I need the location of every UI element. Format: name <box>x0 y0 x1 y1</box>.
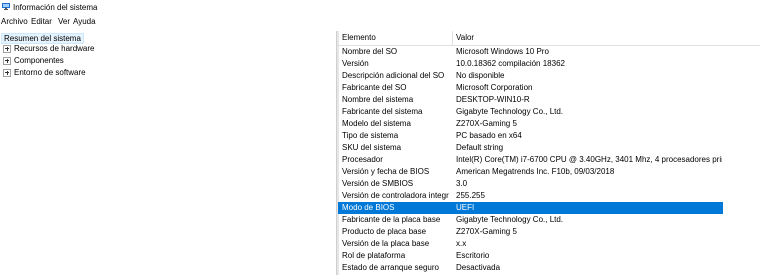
table-row[interactable]: Estado de arranque seguro Desactivada <box>338 262 760 274</box>
cell-valor: Z270X-Gaming 5 <box>456 119 517 128</box>
menu-archivo[interactable]: Archivo <box>1 17 28 26</box>
table-row[interactable]: SKU del sistema Default string <box>338 142 760 154</box>
expand-icon[interactable] <box>3 56 11 65</box>
cell-elemento: Fabricante del SO <box>342 83 407 92</box>
tree-item-label: Recursos de hardware <box>14 44 95 53</box>
table-row[interactable]: Descripción adicional del SO No disponibl… <box>338 70 760 82</box>
cell-elemento: SKU del sistema <box>342 143 402 152</box>
cell-elemento: Estado de arranque seguro <box>342 263 439 272</box>
cell-elemento: Versión <box>342 59 369 68</box>
table-row[interactable]: Procesador Intel(R) Core(TM) i7-6700 CPU … <box>338 154 760 166</box>
cell-valor: Escritorio <box>456 251 490 260</box>
table-row[interactable]: Fabricante del SO Microsoft Corporation <box>338 82 760 94</box>
cell-valor: 3.0 <box>456 179 468 188</box>
cell-valor: Intel(R) Core(TM) i7-6700 CPU @ 3.40GHz,… <box>456 155 722 164</box>
cell-elemento: Tipo de sistema <box>342 131 399 140</box>
cell-elemento: Rol de plataforma <box>342 251 406 260</box>
title-bar: Información del sistema <box>0 0 760 14</box>
cell-elemento: Versión de controladora integr... <box>342 191 449 200</box>
cell-valor: No disponible <box>456 71 505 80</box>
column-header-valor[interactable]: Valor <box>456 33 474 42</box>
table-row[interactable]: Versión de SMBIOS 3.0 <box>338 178 760 190</box>
tree-item-label: Componentes <box>14 56 64 65</box>
cell-valor: Default string <box>456 143 504 152</box>
table-row[interactable]: Rol de plataforma Escritorio <box>338 250 760 262</box>
cell-valor: Gigabyte Technology Co., Ltd. <box>456 215 564 224</box>
cell-valor: DESKTOP-WIN10-R <box>456 95 530 104</box>
menu-editar[interactable]: Editar <box>31 17 52 26</box>
table-row[interactable]: Modelo del sistema Z270X-Gaming 5 <box>338 118 760 130</box>
expand-icon[interactable] <box>3 44 11 53</box>
cell-elemento: Modelo del sistema <box>342 119 411 128</box>
table-row[interactable]: Versión de controladora integr... 255.255 <box>338 190 760 202</box>
cell-valor: 255.255 <box>456 191 485 200</box>
table-header: Elemento Valor <box>338 31 760 46</box>
window-title: Información del sistema <box>13 3 98 12</box>
cell-elemento: Nombre del SO <box>342 47 398 56</box>
cell-elemento: Versión de la placa base <box>342 239 430 248</box>
table-row[interactable]: Fabricante de la placa base Gigabyte Tech… <box>338 214 760 226</box>
cell-elemento: Modo de BIOS <box>342 203 395 212</box>
cell-valor: Z270X-Gaming 5 <box>456 227 517 236</box>
table-row[interactable]: Nombre del SO Microsoft Windows 10 Pro <box>338 46 760 58</box>
system-info-icon <box>2 3 10 10</box>
details-table: Elemento Valor Nombre del SO Microsoft Wi… <box>338 31 760 275</box>
cell-valor: Microsoft Windows 10 Pro <box>456 47 549 56</box>
cell-elemento: Nombre del sistema <box>342 95 414 104</box>
menu-bar: Archivo Editar Ver Ayuda <box>0 15 760 27</box>
cell-elemento: Procesador <box>342 155 383 164</box>
tree-item-resumen-del-sistema[interactable]: Resumen del sistema <box>1 33 84 44</box>
cell-elemento: Descripción adicional del SO <box>342 71 445 80</box>
expand-icon[interactable] <box>3 68 11 77</box>
cell-elemento: Fabricante de la placa base <box>342 215 441 224</box>
cell-valor: Gigabyte Technology Co., Ltd. <box>456 107 564 116</box>
table-row[interactable]: Fabricante del sistema Gigabyte Technolog… <box>338 106 760 118</box>
menu-ver[interactable]: Ver <box>58 17 70 26</box>
category-tree: Resumen del sistema Recursos de hardware… <box>0 31 336 275</box>
cell-valor: Desactivada <box>456 263 501 272</box>
tree-item-entorno-de-software[interactable]: Entorno de software <box>3 68 86 77</box>
cell-valor: American Megatrends Inc. F10b, 09/03/201… <box>456 167 615 176</box>
tree-item-componentes[interactable]: Componentes <box>3 56 64 65</box>
cell-valor: PC basado en x64 <box>456 131 522 140</box>
tree-item-label: Entorno de software <box>14 68 86 77</box>
cell-elemento: Versión y fecha de BIOS <box>342 167 430 176</box>
table-row[interactable]: Producto de placa base Z270X-Gaming 5 <box>338 226 760 238</box>
column-header-elemento[interactable]: Elemento <box>342 33 376 42</box>
table-row[interactable]: Versión y fecha de BIOS American Megatren… <box>338 166 760 178</box>
cell-valor: 10.0.18362 compilación 18362 <box>456 59 565 68</box>
table-row[interactable]: Modo de BIOS UEFI <box>338 202 760 214</box>
cell-elemento: Versión de SMBIOS <box>342 179 414 188</box>
table-row[interactable]: Versión de la placa base x.x <box>338 238 760 250</box>
cell-valor: Microsoft Corporation <box>456 83 533 92</box>
menu-ayuda[interactable]: Ayuda <box>73 17 96 26</box>
cell-elemento: Producto de placa base <box>342 227 427 236</box>
column-divider[interactable] <box>452 31 453 45</box>
cell-valor: UEFI <box>456 203 475 212</box>
table-row[interactable]: Versión 10.0.18362 compilación 18362 <box>338 58 760 70</box>
table-row[interactable]: Tipo de sistema PC basado en x64 <box>338 130 760 142</box>
tree-item-recursos-de-hardware[interactable]: Recursos de hardware <box>3 44 94 53</box>
table-row[interactable]: Nombre del sistema DESKTOP-WIN10-R <box>338 94 760 106</box>
cell-valor: x.x <box>456 239 467 248</box>
cell-elemento: Fabricante del sistema <box>342 107 423 116</box>
